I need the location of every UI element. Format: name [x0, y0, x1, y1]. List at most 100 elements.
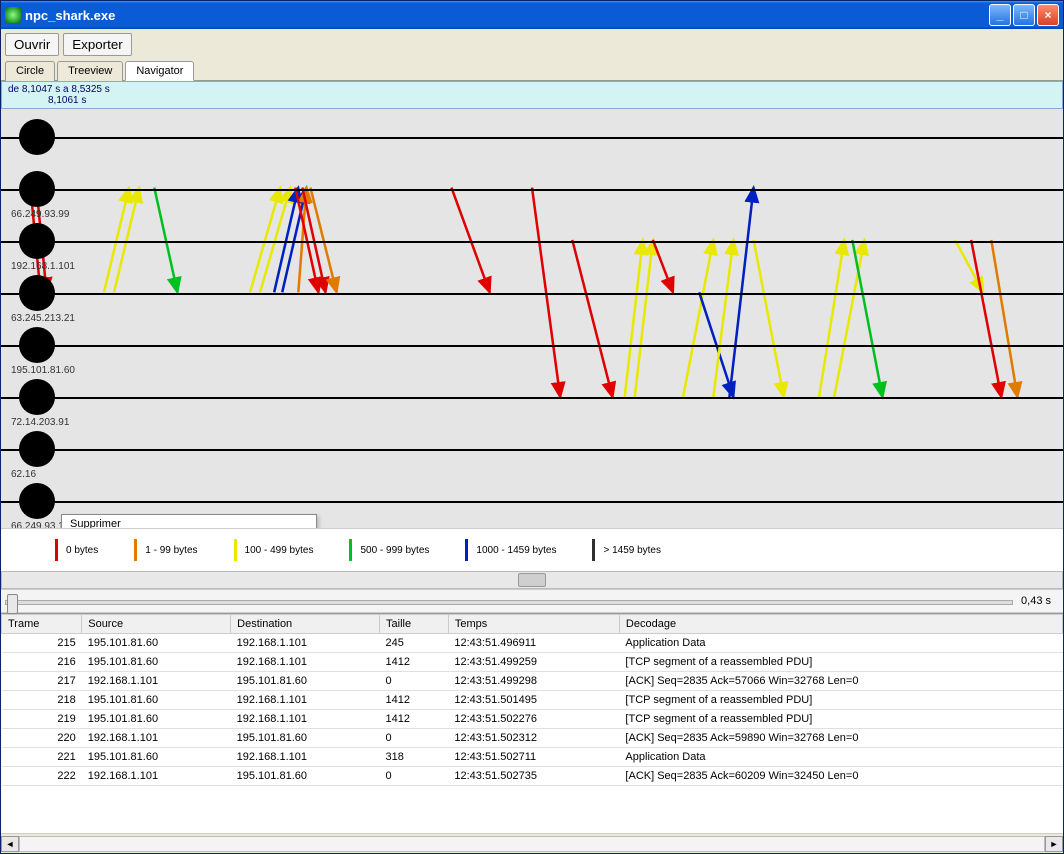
table-row[interactable]: 215195.101.81.60192.168.1.10124512:43:51…: [2, 634, 1063, 653]
cell-frame: 219: [2, 710, 82, 729]
cell-decode: [ACK] Seq=2835 Ack=59890 Win=32768 Len=0: [619, 729, 1062, 748]
toolbar: Ouvrir Exporter: [1, 29, 1063, 60]
legend-swatch: [134, 539, 137, 561]
cell-decode: [ACK] Seq=2835 Ack=57066 Win=32768 Len=0: [619, 672, 1062, 691]
host-row[interactable]: 62.16: [1, 421, 1063, 473]
legend-item: 1000 - 1459 bytes: [465, 539, 556, 561]
legend-label: 1000 - 1459 bytes: [476, 545, 556, 556]
cell-source: 192.168.1.101: [82, 672, 231, 691]
host-node-icon[interactable]: [19, 483, 55, 519]
menu-delete[interactable]: Supprimer: [62, 515, 316, 528]
cell-time: 12:43:51.499259: [448, 653, 619, 672]
cell-source: 195.101.81.60: [82, 634, 231, 653]
host-row[interactable]: 63.245.213.21: [1, 265, 1063, 317]
cell-time: 12:43:51.502312: [448, 729, 619, 748]
cell-source: 195.101.81.60: [82, 653, 231, 672]
legend-swatch: [465, 539, 468, 561]
status-scroll-track[interactable]: [19, 836, 1045, 852]
table-header-row: Trame Source Destination Taille Temps De…: [2, 615, 1063, 634]
cell-source: 195.101.81.60: [82, 710, 231, 729]
table-row[interactable]: 219195.101.81.60192.168.1.101141212:43:5…: [2, 710, 1063, 729]
col-source[interactable]: Source: [82, 615, 231, 634]
cell-source: 192.168.1.101: [82, 729, 231, 748]
open-button[interactable]: Ouvrir: [5, 33, 59, 56]
packet-table[interactable]: Trame Source Destination Taille Temps De…: [1, 613, 1063, 833]
host-node-icon[interactable]: [19, 223, 55, 259]
app-icon: [5, 7, 21, 23]
cell-decode: [TCP segment of a reassembled PDU]: [619, 691, 1062, 710]
cell-frame: 222: [2, 767, 82, 786]
host-node-icon[interactable]: [19, 275, 55, 311]
col-decode[interactable]: Decodage: [619, 615, 1062, 634]
scroll-right-button[interactable]: ►: [1045, 836, 1063, 852]
host-node-icon[interactable]: [19, 379, 55, 415]
host-row[interactable]: [1, 109, 1063, 161]
legend-label: > 1459 bytes: [603, 545, 661, 556]
slider-thumb[interactable]: [7, 594, 18, 614]
legend-label: 0 bytes: [66, 545, 98, 556]
horizontal-scrollbar[interactable]: [1, 571, 1063, 589]
table-row[interactable]: 218195.101.81.60192.168.1.101141212:43:5…: [2, 691, 1063, 710]
cell-decode: Application Data: [619, 634, 1062, 653]
host-row[interactable]: 192.168.1.101: [1, 213, 1063, 265]
host-line: [1, 189, 1063, 191]
cell-frame: 218: [2, 691, 82, 710]
table-row[interactable]: 221195.101.81.60192.168.1.10131812:43:51…: [2, 748, 1063, 767]
tab-treeview[interactable]: Treeview: [57, 61, 123, 81]
host-line: [1, 397, 1063, 399]
legend-item: > 1459 bytes: [592, 539, 661, 561]
titlebar[interactable]: npc_shark.exe _ □ ×: [1, 1, 1063, 29]
legend: 0 bytes1 - 99 bytes100 - 499 bytes500 - …: [1, 528, 1063, 571]
table-row[interactable]: 217192.168.1.101195.101.81.60012:43:51.4…: [2, 672, 1063, 691]
export-button[interactable]: Exporter: [63, 33, 131, 56]
table-row[interactable]: 222192.168.1.101195.101.81.60012:43:51.5…: [2, 767, 1063, 786]
host-row[interactable]: 195.101.81.60: [1, 317, 1063, 369]
host-node-icon[interactable]: [19, 431, 55, 467]
col-size[interactable]: Taille: [380, 615, 449, 634]
cell-frame: 216: [2, 653, 82, 672]
cell-size: 1412: [380, 710, 449, 729]
host-line: [1, 449, 1063, 451]
host-node-icon[interactable]: [19, 119, 55, 155]
window-title: npc_shark.exe: [25, 8, 989, 23]
close-button[interactable]: ×: [1037, 4, 1059, 26]
host-row[interactable]: 72.14.203.91: [1, 369, 1063, 421]
cell-dest: 195.101.81.60: [231, 729, 380, 748]
maximize-button[interactable]: □: [1013, 4, 1035, 26]
cell-time: 12:43:51.501495: [448, 691, 619, 710]
cell-dest: 192.168.1.101: [231, 691, 380, 710]
table-row[interactable]: 216195.101.81.60192.168.1.101141212:43:5…: [2, 653, 1063, 672]
legend-item: 100 - 499 bytes: [234, 539, 314, 561]
col-frame[interactable]: Trame: [2, 615, 82, 634]
tab-navigator[interactable]: Navigator: [125, 61, 194, 81]
sequence-diagram[interactable]: Supprimer Changer l'icone Choisir l'hote…: [1, 109, 1063, 528]
cell-decode: [ACK] Seq=2835 Ack=60209 Win=32450 Len=0: [619, 767, 1062, 786]
col-dest[interactable]: Destination: [231, 615, 380, 634]
legend-item: 500 - 999 bytes: [349, 539, 429, 561]
legend-label: 500 - 999 bytes: [360, 545, 429, 556]
cell-size: 245: [380, 634, 449, 653]
cell-dest: 195.101.81.60: [231, 767, 380, 786]
cell-size: 1412: [380, 691, 449, 710]
time-slider[interactable]: [5, 592, 1013, 610]
host-node-icon[interactable]: [19, 327, 55, 363]
legend-label: 100 - 499 bytes: [245, 545, 314, 556]
cell-size: 0: [380, 729, 449, 748]
col-time[interactable]: Temps: [448, 615, 619, 634]
scroll-left-button[interactable]: ◄: [1, 836, 19, 852]
legend-swatch: [592, 539, 595, 561]
table-row[interactable]: 220192.168.1.101195.101.81.60012:43:51.5…: [2, 729, 1063, 748]
cell-time: 12:43:51.502735: [448, 767, 619, 786]
tab-circle[interactable]: Circle: [5, 61, 55, 81]
host-node-icon[interactable]: [19, 171, 55, 207]
context-menu: Supprimer Changer l'icone Choisir l'hote…: [61, 514, 317, 528]
legend-item: 0 bytes: [55, 539, 98, 561]
cell-decode: Application Data: [619, 748, 1062, 767]
cell-dest: 192.168.1.101: [231, 634, 380, 653]
cell-time: 12:43:51.499298: [448, 672, 619, 691]
cell-frame: 217: [2, 672, 82, 691]
host-row[interactable]: 66.249.93.99: [1, 161, 1063, 213]
scrollbar-thumb[interactable]: [518, 573, 546, 587]
minimize-button[interactable]: _: [989, 4, 1011, 26]
time-value-text: 8,1061 s: [8, 95, 86, 106]
